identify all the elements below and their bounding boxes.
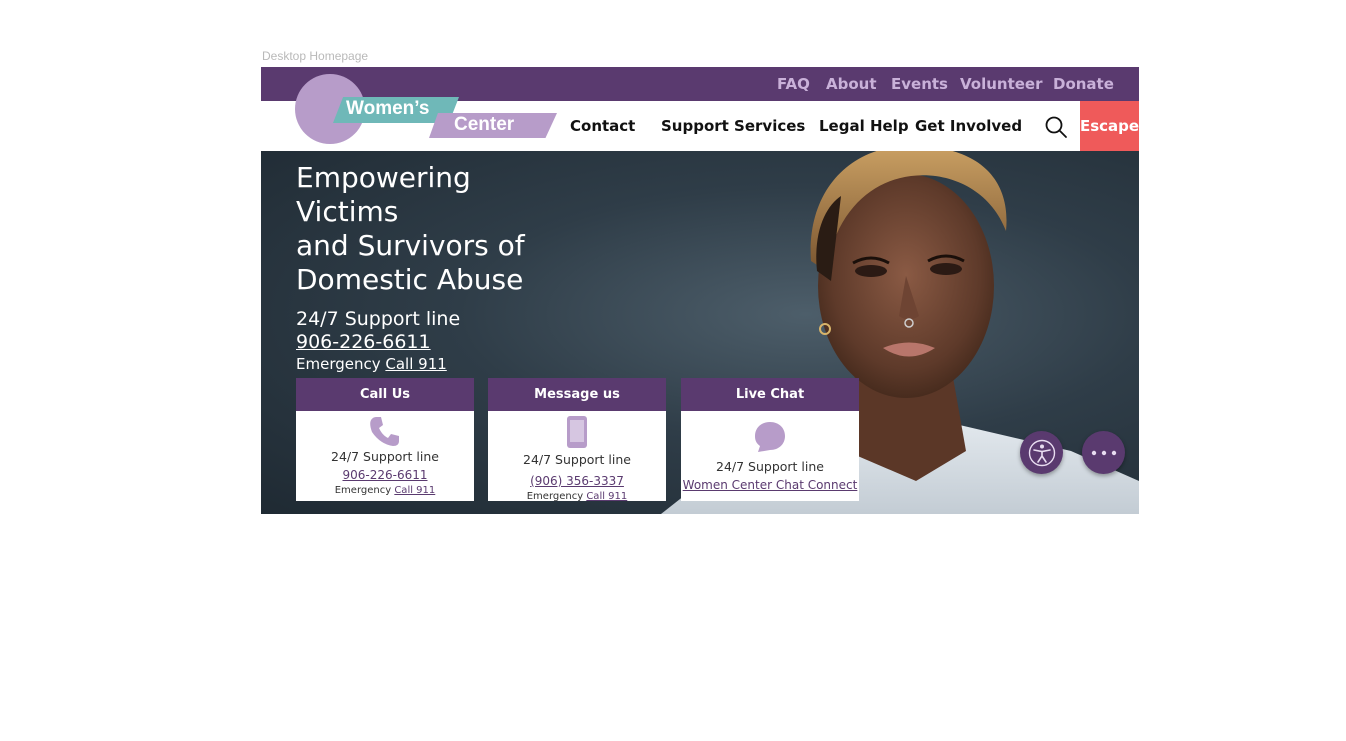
hero-title-line: Victims bbox=[296, 195, 399, 228]
escape-button[interactable]: Escape bbox=[1080, 101, 1139, 151]
utility-link-faq[interactable]: FAQ bbox=[777, 75, 810, 93]
chat-dots-icon bbox=[1091, 450, 1116, 455]
search-icon bbox=[1045, 116, 1067, 138]
search-button[interactable] bbox=[1043, 114, 1069, 140]
utility-link-donate[interactable]: Donate bbox=[1053, 75, 1114, 93]
call-us-support-label: 24/7 Support line bbox=[331, 449, 439, 464]
call-us-emergency: Emergency Call 911 bbox=[296, 484, 474, 498]
message-us-card: Message us 24/7 Support line (906) 356-3… bbox=[488, 378, 666, 504]
call-us-emergency-prefix: Emergency bbox=[334, 485, 392, 496]
phone-icon bbox=[370, 417, 399, 446]
hero-title-line: and Survivors of bbox=[296, 229, 525, 262]
call-us-card: Call Us 24/7 Support line 906-226-6611 E… bbox=[296, 378, 474, 501]
message-us-support-label: 24/7 Support line bbox=[523, 452, 631, 467]
logo-text-womens: Women’s bbox=[346, 98, 430, 119]
live-chat-card-body: 24/7 Support line Women Center Chat Conn… bbox=[681, 419, 859, 494]
live-chat-support-label: 24/7 Support line bbox=[716, 459, 824, 474]
womens-center-logo[interactable]: Women’s Center bbox=[295, 73, 561, 145]
mobile-icon bbox=[567, 416, 587, 448]
hero-phone-link[interactable]: 906-226-6611 bbox=[296, 331, 460, 353]
message-us-card-header: Message us bbox=[488, 378, 666, 411]
hero-emergency: Emergency Call 911 bbox=[296, 353, 460, 375]
call-us-card-body: 24/7 Support line 906-226-6611 Emergency… bbox=[296, 414, 474, 498]
accessibility-icon bbox=[1028, 439, 1055, 466]
chat-bubble-icon bbox=[755, 422, 785, 452]
nav-link-support-services[interactable]: Support Services bbox=[661, 117, 805, 135]
live-chat-card-header: Live Chat bbox=[681, 378, 859, 411]
message-us-card-body: 24/7 Support line (906) 356-3337 Emergen… bbox=[488, 415, 666, 504]
live-chat-connect-link[interactable]: Women Center Chat Connect bbox=[681, 476, 859, 494]
hero-support-block: 24/7 Support line 906-226-6611 Emergency… bbox=[296, 307, 460, 375]
hero-title-line: Domestic Abuse bbox=[296, 263, 524, 296]
chat-button[interactable] bbox=[1082, 431, 1125, 474]
call-us-phone-link[interactable]: 906-226-6611 bbox=[296, 466, 474, 484]
hero-emergency-prefix: Emergency bbox=[296, 355, 381, 373]
accessibility-button[interactable] bbox=[1020, 431, 1063, 474]
message-us-call-911-link[interactable]: Call 911 bbox=[586, 491, 627, 502]
utility-link-about[interactable]: About bbox=[826, 75, 877, 93]
live-chat-card: Live Chat 24/7 Support line Women Center… bbox=[681, 378, 859, 501]
message-us-phone-link[interactable]: (906) 356-3337 bbox=[488, 472, 666, 490]
nav-link-legal-help[interactable]: Legal Help bbox=[819, 117, 909, 135]
message-us-emergency: Emergency Call 911 bbox=[488, 490, 666, 504]
hero-title-line: Empowering bbox=[296, 161, 471, 194]
call-us-card-header: Call Us bbox=[296, 378, 474, 411]
hero-section: Empowering Victims and Survivors of Dome… bbox=[261, 151, 1139, 514]
message-us-emergency-prefix: Emergency bbox=[526, 491, 584, 502]
utility-link-events[interactable]: Events bbox=[891, 75, 948, 93]
call-us-call-911-link[interactable]: Call 911 bbox=[394, 485, 435, 496]
hero-call-911-link[interactable]: Call 911 bbox=[385, 355, 446, 373]
nav-link-contact[interactable]: Contact bbox=[570, 117, 635, 135]
nav-link-get-involved[interactable]: Get Involved bbox=[915, 117, 1022, 135]
logo-text-center: Center bbox=[454, 114, 515, 135]
utility-link-volunteer[interactable]: Volunteer bbox=[960, 75, 1043, 93]
frame-label: Desktop Homepage bbox=[262, 49, 369, 63]
hero-title: Empowering Victims and Survivors of Dome… bbox=[296, 161, 596, 297]
hero-support-label: 24/7 Support line bbox=[296, 308, 461, 330]
homepage: FAQ About Events Volunteer Donate Contac… bbox=[261, 67, 1139, 514]
